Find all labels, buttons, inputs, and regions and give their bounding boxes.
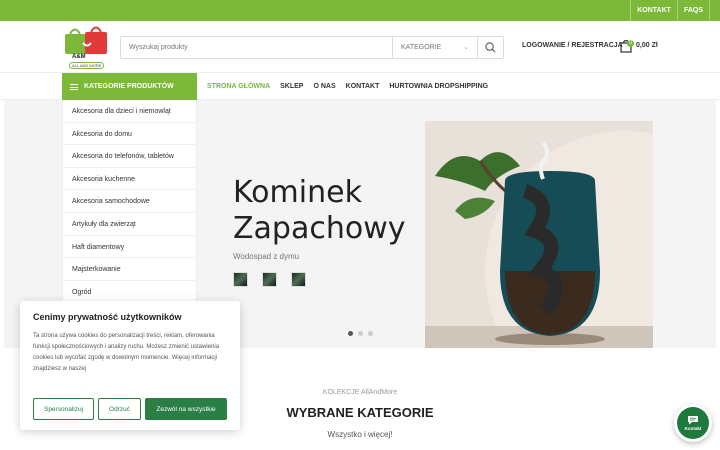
- slider-dots: [348, 331, 373, 336]
- hero-subtitle: Wodospad z dymu: [233, 252, 300, 261]
- hero-thumbnails: [233, 272, 306, 287]
- accept-all-button[interactable]: Zezwól na wszystkie: [145, 398, 227, 420]
- section-subtitle: Wszystko i więcej!: [327, 430, 393, 439]
- cart-total[interactable]: 0,00 Zł: [636, 42, 658, 49]
- nav-item-dropshipping[interactable]: HURTOWNIA DROPSHIPPING: [389, 83, 488, 90]
- cookie-title: Cenimy prywatność użytkowników: [33, 312, 182, 322]
- sidebar-item[interactable]: Ogród: [63, 281, 196, 304]
- chevron-down-icon: ⌄: [463, 44, 469, 51]
- sidebar-item[interactable]: Akcesoria samochodowe: [63, 190, 196, 213]
- slider-dot[interactable]: [358, 331, 363, 336]
- reject-button[interactable]: Odrzuć: [98, 398, 141, 420]
- incense-fountain-image: [425, 121, 653, 348]
- sidebar-item[interactable]: Akcesoria dla dzieci i niemowląt: [63, 100, 196, 123]
- thumbnail[interactable]: [233, 272, 248, 287]
- chat-badge: Kontakt: [677, 407, 709, 439]
- sidebar-item[interactable]: Majsterkowanie: [63, 258, 196, 281]
- chat-label: Kontakt: [684, 426, 702, 431]
- cookie-consent-dialog: Cenimy prywatność użytkowników Ta strona…: [20, 301, 240, 430]
- menu-icon: [70, 83, 78, 90]
- customize-button[interactable]: Spersonalizuj: [33, 398, 94, 420]
- main-nav: KATEGORIE PRODUKTÓW STRONA GŁÓWNA SKLEP …: [0, 73, 720, 100]
- contact-chat-button[interactable]: Kontakt: [674, 404, 712, 442]
- search-input[interactable]: Wyszukaj produkty: [121, 37, 392, 58]
- chat-bubble-icon: [688, 416, 698, 425]
- thumbnail[interactable]: [291, 272, 306, 287]
- nav-item-about[interactable]: O NAS: [313, 83, 335, 90]
- cookie-buttons: Spersonalizuj Odrzuć Zezwól na wszystkie: [33, 398, 227, 420]
- header: A&M ALL AND MORE Wyszukaj produkty KATEG…: [0, 21, 720, 73]
- nav-item-home[interactable]: STRONA GŁÓWNA: [207, 83, 270, 90]
- logo-subtitle: ALL AND MORE: [69, 62, 105, 69]
- top-links: KONTAKT FAQS: [630, 0, 710, 21]
- sidebar-item[interactable]: Akcesoria do domu: [63, 123, 196, 146]
- top-link-kontakt[interactable]: KONTAKT: [631, 7, 677, 14]
- sidebar-item[interactable]: Akcesoria kuchenne: [63, 168, 196, 191]
- search-button[interactable]: [477, 37, 503, 58]
- top-bar: KONTAKT FAQS: [0, 0, 720, 21]
- nav-menu: STRONA GŁÓWNA SKLEP O NAS KONTAKT HURTOW…: [207, 73, 488, 100]
- cookie-text: Ta strona używa cookies do personalizacj…: [33, 333, 220, 372]
- hero-title: Kominek Zapachowy: [233, 175, 406, 247]
- search-bar: Wyszukaj produkty KATEGORIE ⌄: [120, 36, 504, 59]
- divider: [709, 0, 710, 21]
- cart-count-badge: 0: [627, 40, 634, 47]
- product-image[interactable]: [425, 121, 653, 348]
- hero-title-line: Zapachowy: [233, 211, 406, 246]
- logo-text: A&M: [72, 54, 86, 60]
- product-categories-button[interactable]: KATEGORIE PRODUKTÓW: [62, 73, 197, 100]
- login-register-link[interactable]: LOGOWANIE / REJESTRACJA: [522, 42, 623, 49]
- slider-dot[interactable]: [348, 331, 353, 336]
- top-link-faqs[interactable]: FAQS: [678, 7, 709, 14]
- hero-title-line: Kominek: [233, 175, 362, 210]
- sidebar-item[interactable]: Akcesoria do telefonów, tabletów: [63, 145, 196, 168]
- category-sidebar: Akcesoria dla dzieci i niemowląt Akcesor…: [62, 100, 197, 304]
- product-categories-label: KATEGORIE PRODUKTÓW: [84, 83, 174, 90]
- sidebar-item[interactable]: Artykuły dla zwierząt: [63, 213, 196, 236]
- category-select-label: KATEGORIE: [401, 44, 442, 51]
- sidebar-item[interactable]: Haft diamentowy: [63, 236, 196, 259]
- nav-item-shop[interactable]: SKLEP: [280, 83, 303, 90]
- thumbnail[interactable]: [262, 272, 277, 287]
- slider-dot[interactable]: [368, 331, 373, 336]
- search-icon: [485, 42, 496, 53]
- category-select[interactable]: KATEGORIE ⌄: [392, 37, 477, 58]
- nav-item-contact[interactable]: KONTAKT: [346, 83, 380, 90]
